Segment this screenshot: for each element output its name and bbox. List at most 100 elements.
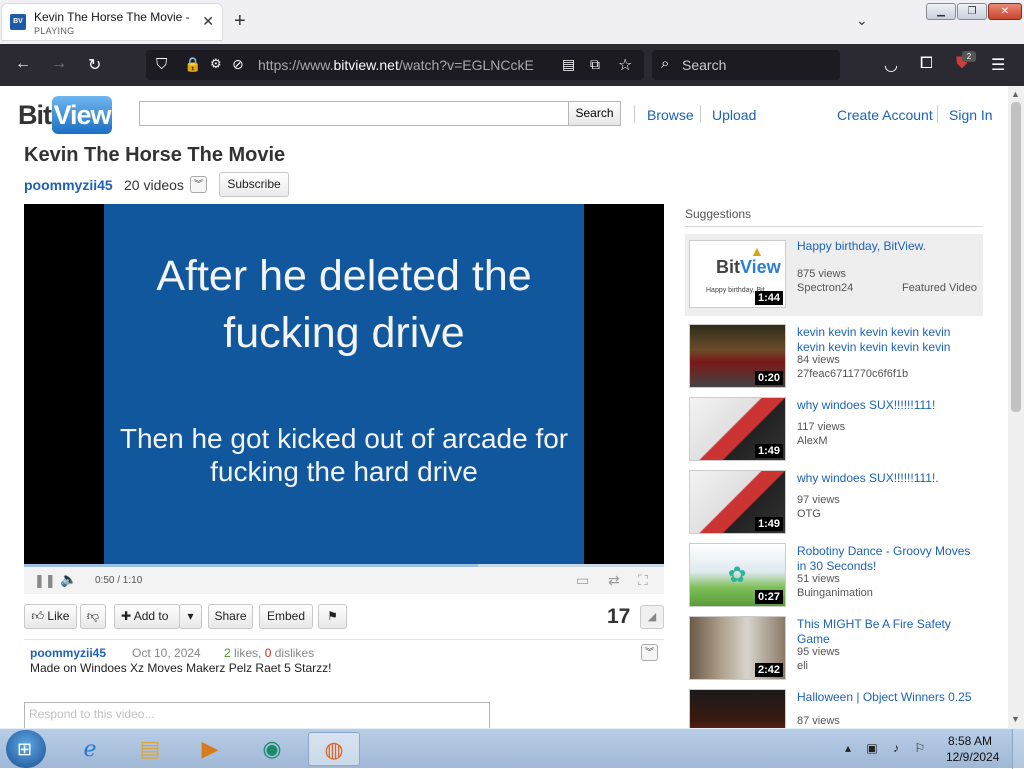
add-to-dropdown-button[interactable]: ▾	[179, 604, 202, 629]
site-search-button[interactable]: Search	[568, 101, 621, 126]
suggestion-user[interactable]: AlexM	[797, 435, 828, 447]
back-arrow-icon[interactable]: ←	[15, 55, 31, 73]
sign-in-link[interactable]: Sign In	[949, 107, 993, 123]
bitview-birthday-logo: BitView	[716, 257, 781, 277]
tracking-protection-shield-icon[interactable]: ⛉	[156, 56, 167, 73]
stats-chart-icon[interactable]: ◢	[640, 605, 664, 629]
internet-explorer-icon[interactable]: ℯ	[64, 732, 116, 766]
suggestion-thumbnail[interactable]: 1:49	[689, 470, 786, 534]
suggestion-thumbnail[interactable]: 2:42	[689, 616, 786, 680]
volume-icon[interactable]: 🔈	[60, 571, 77, 588]
scroll-down-arrow-icon[interactable]: ▼	[1011, 714, 1020, 724]
new-tab-plus-icon[interactable]: +	[234, 10, 246, 33]
system-tray-icons[interactable]: ▴ ▣ ♪ ⚐	[845, 741, 931, 755]
clock-date[interactable]: 12/9/2024	[946, 750, 999, 764]
teal-app-icon[interactable]: ◉	[246, 732, 298, 766]
suggestion-user[interactable]: OTG	[797, 508, 821, 520]
pocket-icon[interactable]: ◡	[884, 55, 898, 75]
lock-icon[interactable]: 🔒	[184, 56, 201, 73]
suggestion-title[interactable]: Robotiny Dance - Groovy Moves in 30 Seco…	[797, 544, 977, 574]
flag-button[interactable]: ⚑	[318, 604, 347, 629]
tab-close-icon[interactable]: ✕	[202, 13, 214, 30]
firefox-taskbar-icon[interactable]: ◍	[308, 732, 360, 766]
picture-in-picture-icon[interactable]: ⧉	[590, 56, 600, 73]
like-button[interactable]: 👍︎ Like	[24, 604, 77, 629]
suggestion-title[interactable]: why windoes SUX!!!!!!111!	[797, 398, 977, 413]
bookmark-star-icon[interactable]: ☆	[618, 55, 632, 75]
window-minimize-button[interactable]: ▁	[926, 3, 956, 20]
suggestion-item[interactable]: Halloween | Object Winners 0.25 87 views	[685, 685, 983, 728]
suggestion-item[interactable]: 1:49 why windoes SUX!!!!!!111! 117 views…	[685, 393, 983, 463]
suggestion-title[interactable]: Halloween | Object Winners 0.25	[797, 690, 977, 705]
playback-progress-bar[interactable]	[24, 564, 478, 567]
suggestion-item-featured[interactable]: BitView ▲ Happy birthday, Bit 1:44 Happy…	[685, 234, 983, 316]
suggestion-title[interactable]: kevin kevin kevin kevin kevin kevin kevi…	[797, 325, 977, 355]
extensions-puzzle-icon[interactable]: ⧠	[920, 55, 933, 73]
suggestion-user[interactable]: eli	[797, 660, 808, 672]
permissions-icon[interactable]: ⚙	[210, 56, 222, 72]
fullscreen-icon[interactable]: ⛶	[638, 572, 648, 589]
start-button[interactable]: ⊞	[6, 730, 46, 768]
suggestion-user[interactable]: Buinganimation	[797, 587, 873, 599]
share-button[interactable]: Share	[208, 604, 253, 629]
suggestion-title[interactable]: Happy birthday, BitView.	[797, 239, 977, 254]
window-restore-button[interactable]: ❐	[957, 3, 987, 20]
site-search-input[interactable]	[139, 101, 569, 126]
url-text[interactable]: https://www.bitview.net/watch?v=EGLNCckE	[258, 57, 534, 73]
suggestion-thumbnail[interactable]: 1:49	[689, 397, 786, 461]
comment-input[interactable]: Respond to this video...	[24, 702, 490, 728]
window-close-button[interactable]: ✕	[988, 3, 1022, 20]
embed-button[interactable]: Embed	[259, 604, 313, 629]
scrollbar-thumb[interactable]	[1011, 102, 1021, 412]
reload-icon[interactable]: ↻	[88, 55, 101, 75]
suggestion-item[interactable]: 1:49 why windoes SUX!!!!!!111!. 97 views…	[685, 466, 983, 536]
page-scrollbar[interactable]: ▲ ▼	[1008, 86, 1024, 728]
suggestion-views: 875 views	[797, 268, 846, 280]
popout-icon[interactable]: ⇄	[608, 572, 620, 589]
suggestion-user[interactable]: Spectron24	[797, 282, 853, 294]
media-player-icon[interactable]: ▶	[184, 732, 236, 766]
address-bar[interactable]: ⛉ 🔒 ⚙ ⊘ https://www.bitview.net/watch?v=…	[146, 50, 644, 80]
featured-video-label: Featured Video	[901, 282, 977, 294]
info-channel-link[interactable]: poommyzii45	[30, 646, 106, 660]
bitview-logo[interactable]: Bit View	[18, 94, 112, 134]
suggestion-item[interactable]: ✿ 0:27 Robotiny Dance - Groovy Moves in …	[685, 539, 983, 609]
suggestion-user[interactable]: 27feac6711770c6f6f1b	[797, 368, 908, 380]
suggestion-title[interactable]: This MIGHT Be A Fire Safety Game	[797, 617, 977, 647]
divider	[685, 226, 983, 227]
expand-description-icon[interactable]: ︾	[641, 644, 658, 661]
suggestion-thumbnail[interactable]	[689, 689, 786, 728]
channel-videos-expand-icon[interactable]: ︾	[190, 176, 207, 193]
suggestion-item[interactable]: 0:20 kevin kevin kevin kevin kevin kevin…	[685, 320, 983, 390]
channel-link[interactable]: poommyzii45	[24, 177, 113, 193]
active-tab[interactable]: BV Kevin The Horse The Movie - Bi PLAYIN…	[2, 4, 222, 40]
pause-icon[interactable]: ❚❚	[34, 573, 56, 589]
duration-badge: 0:20	[754, 371, 783, 385]
list-all-tabs-chevron-icon[interactable]: ⌄	[856, 12, 868, 29]
clock-time[interactable]: 8:58 AM	[948, 734, 992, 748]
search-icon: ⌕	[661, 55, 670, 72]
show-desktop-button[interactable]	[1012, 729, 1024, 769]
subscribe-button[interactable]: Subscribe	[219, 172, 289, 197]
browser-search-box[interactable]: ⌕ Search	[652, 50, 840, 80]
create-account-link[interactable]: Create Account	[837, 107, 933, 123]
suggestion-thumbnail[interactable]: BitView ▲ Happy birthday, Bit 1:44	[689, 240, 786, 308]
suggestion-thumbnail[interactable]: ✿ 0:27	[689, 543, 786, 607]
hamburger-menu-icon[interactable]: ☰	[991, 55, 1005, 75]
small-player-icon[interactable]: ▭	[576, 572, 589, 589]
suggestion-title[interactable]: why windoes SUX!!!!!!111!.	[797, 471, 977, 486]
suggestion-item[interactable]: 2:42 This MIGHT Be A Fire Safety Game 95…	[685, 612, 983, 682]
add-to-button[interactable]: ✚ Add to	[114, 604, 180, 629]
browse-link[interactable]: Browse	[647, 107, 694, 123]
playback-time: 0:50 / 1:10	[95, 575, 143, 586]
scroll-up-arrow-icon[interactable]: ▲	[1011, 89, 1020, 99]
upload-link[interactable]: Upload	[712, 107, 756, 123]
dislike-button[interactable]: 👎︎	[80, 604, 106, 629]
file-explorer-icon[interactable]: ▤	[124, 732, 176, 766]
forward-arrow-icon[interactable]: →	[51, 55, 67, 73]
video-player[interactable]: After he deleted the fucking drive Then …	[24, 204, 664, 564]
autoplay-blocked-icon[interactable]: ⊘	[232, 56, 244, 73]
suggestion-thumbnail[interactable]: 0:20	[689, 324, 786, 388]
video-description: Made on Windoes Xz Moves Makerz Pelz Rae…	[30, 661, 332, 675]
reader-view-icon[interactable]: ▤	[562, 56, 575, 73]
